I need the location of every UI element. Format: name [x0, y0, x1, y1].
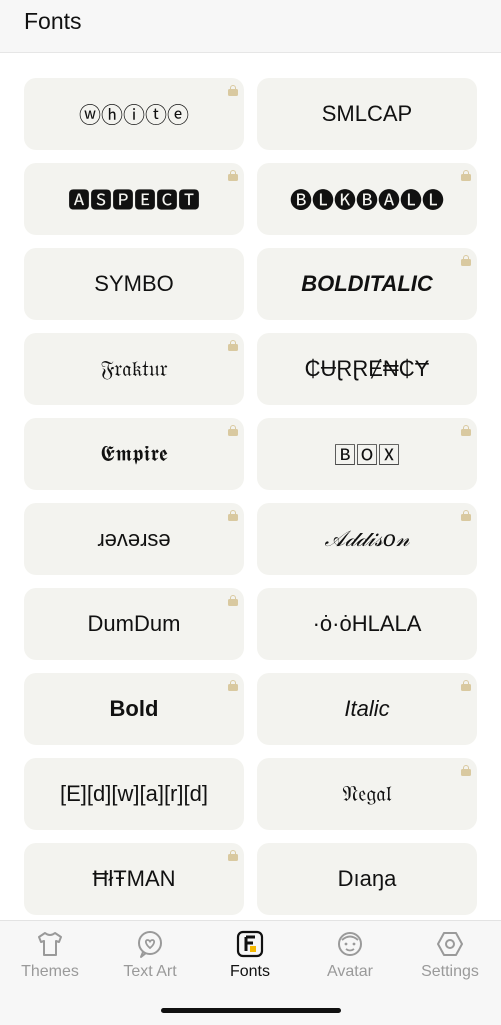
lock-icon: [461, 510, 471, 521]
tab-text-art[interactable]: Text Art: [100, 929, 200, 989]
tab-themes[interactable]: Themes: [0, 929, 100, 989]
tab-label: Avatar: [327, 963, 373, 980]
lock-icon: [228, 85, 238, 96]
tab-settings[interactable]: Settings: [400, 929, 500, 989]
tab-label: Themes: [21, 963, 79, 980]
font-sample-label: 𝒜𝒹𝒹𝒾𝓈𝑜𝓃: [324, 526, 410, 551]
font-card[interactable]: DumDum: [24, 588, 244, 660]
font-card[interactable]: SMLCAP: [257, 78, 477, 150]
font-card[interactable]: [E][d][w][a][r][d]: [24, 758, 244, 830]
tab-label: Fonts: [229, 963, 270, 980]
hexagon-gear-icon: [437, 932, 463, 956]
font-sample-label: 🄱🄾🅇: [333, 443, 400, 468]
font-f-icon: [236, 930, 264, 958]
font-sample-label: Dıaŋa: [337, 866, 397, 891]
font-sample-label: 𝕰𝖒𝖕𝖎𝖗𝖊: [100, 441, 168, 466]
font-sample-label: SYMBO: [94, 271, 174, 296]
font-sample-label: ⓦⓗⓘⓣⓔ: [78, 103, 189, 128]
page-title: Fonts: [24, 8, 82, 34]
font-card[interactable]: ĦłŦMAN: [24, 843, 244, 915]
lock-icon: [228, 510, 238, 521]
lock-icon: [228, 170, 238, 181]
tshirt-icon: [38, 932, 62, 956]
tab-label: Text Art: [123, 963, 177, 980]
font-sample-label: 𝔉𝔯𝔞𝔨𝔱𝔲𝔯: [100, 356, 168, 381]
font-sample-label: Bold: [109, 696, 159, 721]
font-card[interactable]: ⓦⓗⓘⓣⓔ: [24, 78, 244, 150]
heart-bubble-icon: [138, 931, 162, 958]
font-sample-label: DumDum: [87, 611, 181, 636]
lock-icon: [461, 425, 471, 436]
font-sample-label: BOLDITALIC: [301, 271, 433, 296]
lock-icon: [461, 680, 471, 691]
font-sample-label: ·ȯ·ȯHLALA: [312, 611, 422, 636]
font-card[interactable]: ɹəʌəɹsə: [24, 503, 244, 575]
font-card[interactable]: BOLDITALIC: [257, 248, 477, 320]
font-card[interactable]: 🅰🆂🅿🅴🅲🆃: [24, 163, 244, 235]
tab-avatar[interactable]: Avatar: [300, 929, 400, 989]
font-card[interactable]: ·ȯ·ȯHLALA: [257, 588, 477, 660]
lock-icon: [461, 170, 471, 181]
font-card[interactable]: 𝒜𝒹𝒹𝒾𝓈𝑜𝓃: [257, 503, 477, 575]
font-card[interactable]: 𝔉𝔯𝔞𝔨𝔱𝔲𝔯: [24, 333, 244, 405]
font-card[interactable]: 𝕰𝖒𝖕𝖎𝖗𝖊: [24, 418, 244, 490]
font-card[interactable]: 🅑🅛🅚🅑🅐🅛🅛: [257, 163, 477, 235]
font-sample-label: 𝔑𝔢𝔤𝔞𝔩: [342, 781, 392, 806]
lock-icon: [228, 680, 238, 691]
tab-fonts[interactable]: Fonts: [200, 929, 300, 989]
font-card[interactable]: Bold: [24, 673, 244, 745]
lock-icon: [228, 595, 238, 606]
font-card[interactable]: Italic: [257, 673, 477, 745]
home-indicator: [161, 1008, 341, 1013]
font-sample-label: 🅑🅛🅚🅑🅐🅛🅛: [289, 188, 444, 213]
font-sample-label: ₵ɄⱤⱤɆ₦₵Ɏ: [304, 356, 430, 381]
lock-icon: [228, 340, 238, 351]
lock-icon: [461, 255, 471, 266]
font-card[interactable]: SYMBO: [24, 248, 244, 320]
font-card[interactable]: Dıaŋa: [257, 843, 477, 915]
tab-label: Settings: [421, 963, 479, 980]
lock-icon: [228, 425, 238, 436]
font-card[interactable]: 𝔑𝔢𝔤𝔞𝔩: [257, 758, 477, 830]
font-sample-label: Italic: [344, 696, 390, 721]
font-sample-label: 🅰🆂🅿🅴🅲🆃: [67, 188, 200, 213]
top-header: Fonts: [0, 0, 501, 53]
font-sample-label: SMLCAP: [321, 101, 413, 126]
font-sample-label: ɹəʌəɹsə: [97, 526, 171, 551]
font-card[interactable]: 🄱🄾🅇: [257, 418, 477, 490]
lock-icon: [228, 850, 238, 861]
font-card[interactable]: ₵ɄⱤⱤɆ₦₵Ɏ: [257, 333, 477, 405]
font-sample-label: ĦłŦMAN: [92, 866, 176, 891]
lock-icon: [461, 765, 471, 776]
face-icon: [338, 932, 362, 956]
font-grid: ⓦⓗⓘⓣⓔ SMLCAP 🅰🆂🅿🅴🅲🆃 🅑🅛🅚🅑🅐🅛🅛 SYMBO BOLDITALIC 𝔉…: [24, 78, 477, 915]
font-sample-label: [E][d][w][a][r][d]: [60, 781, 208, 806]
